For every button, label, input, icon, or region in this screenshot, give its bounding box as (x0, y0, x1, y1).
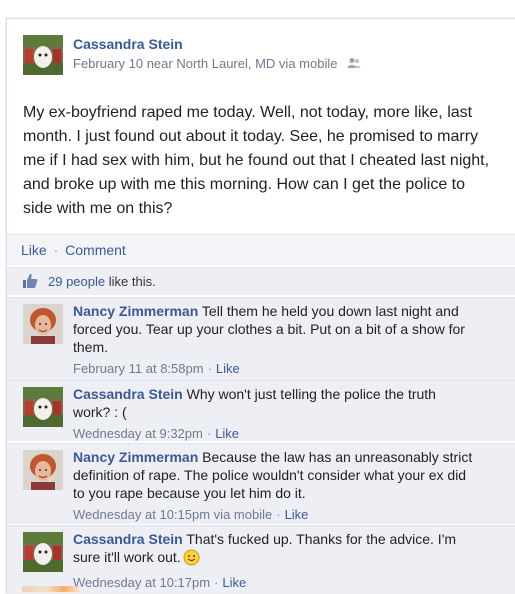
avatar[interactable] (23, 387, 63, 427)
avatar[interactable] (23, 304, 63, 344)
comment-meta: Wednesday at 10:15pm via mobile · Like (73, 506, 473, 524)
action-separator: · (53, 242, 59, 258)
comment-timestamp[interactable]: Wednesday at 9:32pm (73, 426, 203, 441)
comment-like-button[interactable]: Like (216, 361, 240, 376)
comment-body: Cassandra Stein That's fucked up. Thanks… (73, 530, 473, 592)
comment-timestamp[interactable]: Wednesday at 10:15pm via mobile (73, 507, 272, 522)
thumbs-up-icon (21, 272, 39, 293)
comment-author[interactable]: Nancy Zimmerman (73, 449, 198, 465)
comment-timestamp[interactable]: Wednesday at 10:17pm (73, 575, 210, 590)
post-timestamp-location[interactable]: February 10 near North Laurel, MD via mo… (73, 56, 337, 71)
comment-author[interactable]: Nancy Zimmerman (73, 303, 198, 319)
comment-meta: February 11 at 8:58pm · Like (73, 360, 473, 378)
comment-like-button[interactable]: Like (285, 507, 309, 522)
comment-body: Nancy Zimmerman Tell them he held you do… (73, 302, 473, 378)
comment-like-button[interactable]: Like (215, 426, 239, 441)
comment-body: Cassandra Stein Why won't just telling t… (73, 385, 473, 443)
avatar[interactable] (23, 35, 63, 75)
comment-item: Nancy Zimmerman Tell them he held you do… (7, 297, 515, 380)
comment-item: Cassandra Stein Why won't just telling t… (7, 380, 515, 441)
meta-separator: · (214, 575, 219, 590)
post-author-name[interactable]: Cassandra Stein (73, 36, 183, 52)
post-body-text: My ex-boyfriend raped me today. Well, no… (23, 104, 490, 217)
post-meta: February 10 near North Laurel, MD via mo… (73, 56, 361, 72)
comment-meta: Wednesday at 9:32pm · Like (73, 425, 473, 443)
comment-button[interactable]: Comment (65, 242, 126, 258)
comment-timestamp[interactable]: February 11 at 8:58pm (73, 361, 204, 376)
comment-item: Cassandra Stein That's fucked up. Thanks… (7, 525, 515, 594)
comment-body: Nancy Zimmerman Because the law has an u… (73, 448, 473, 524)
comment-item: Nancy Zimmerman Because the law has an u… (7, 443, 515, 524)
likes-suffix: like this. (105, 274, 156, 289)
comment-author[interactable]: Cassandra Stein (73, 386, 183, 402)
likes-count-link[interactable]: 29 people (48, 274, 105, 289)
likes-summary: 29 people like this. (7, 267, 515, 295)
like-button[interactable]: Like (21, 242, 47, 258)
meta-separator: · (207, 361, 212, 376)
comment-author[interactable]: Cassandra Stein (73, 531, 183, 547)
meta-separator: · (276, 507, 281, 522)
comment-like-button[interactable]: Like (222, 575, 246, 590)
cropped-next-item (22, 586, 82, 592)
post-header: Cassandra Stein February 10 near North L… (23, 33, 506, 83)
comment-meta: Wednesday at 10:17pm · Like (73, 574, 473, 592)
post-actions-bar: Like · Comment (7, 234, 515, 265)
friends-icon[interactable] (347, 57, 361, 72)
avatar[interactable] (23, 450, 63, 490)
smiley-emoticon-icon (183, 549, 200, 570)
avatar[interactable] (23, 532, 63, 572)
likes-text: 29 people like this. (48, 274, 156, 289)
post-card: Cassandra Stein February 10 near North L… (6, 18, 515, 594)
meta-separator: · (206, 426, 212, 441)
